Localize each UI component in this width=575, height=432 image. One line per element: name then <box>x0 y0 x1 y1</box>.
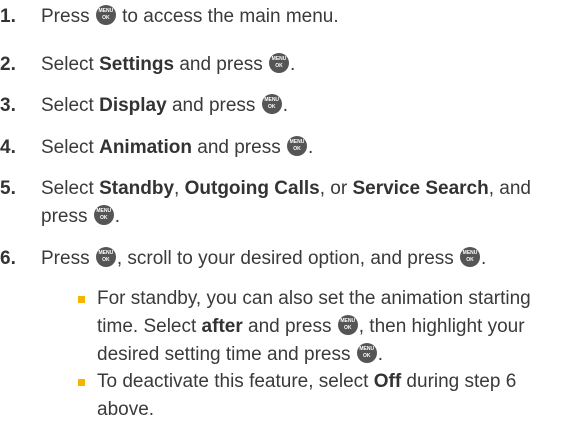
step-text-part: . <box>481 248 487 269</box>
menu-ok-key-icon <box>261 94 282 114</box>
bullet-text: during step 6 <box>401 371 517 392</box>
instructions-page: 1. Press to access the main menu. 2. Sel… <box>0 0 575 432</box>
bullet-marker <box>78 379 85 386</box>
menu-ok-key-icon <box>95 247 116 267</box>
bullet-text: . <box>377 344 384 365</box>
menu-ok-key-icon <box>93 205 114 225</box>
menu-option-outgoing-calls: Outgoing Calls <box>184 178 320 199</box>
step-text-part: and press <box>166 95 261 116</box>
step-number: 6. <box>0 248 16 269</box>
menu-ok-key-icon <box>356 343 377 363</box>
menu-option-standby: Standby <box>99 178 175 199</box>
option-after: after <box>201 316 243 337</box>
menu-ok-key-icon <box>95 5 116 25</box>
step-text-part: to access the main menu. <box>116 6 339 27</box>
bullet-text: desired setting time and press <box>97 344 356 365</box>
step-text-part: and press <box>174 54 269 75</box>
bullet-text: For standby, you can also set the animat… <box>97 288 531 309</box>
step-text-part: Select <box>41 95 100 116</box>
step-number: 2. <box>0 54 16 75</box>
step-text-part: , scroll to your desired option, and pre… <box>116 248 460 269</box>
step-number: 5. <box>0 178 16 199</box>
step-text-part: . <box>307 137 314 158</box>
menu-ok-key-icon <box>286 136 307 156</box>
menu-option-service-search: Service Search <box>352 178 489 199</box>
step-text-part: Press <box>41 248 95 269</box>
bullet-marker <box>78 296 85 303</box>
menu-option-settings: Settings <box>99 54 175 75</box>
step-text: Press to access the main menu. <box>41 3 339 31</box>
step-text-part: , and <box>488 178 531 199</box>
menu-option-animation: Animation <box>99 137 192 158</box>
step-text-part: . <box>282 95 288 116</box>
bullet-2-line-2: above. <box>97 396 154 424</box>
step-text: Select Animation and press . <box>41 134 313 162</box>
step-number: 1. <box>0 6 16 27</box>
step-text-part: . <box>290 54 296 75</box>
step-text: Select Display and press . <box>41 92 288 120</box>
step-text-part: Select <box>41 137 100 158</box>
step-number: 4. <box>0 137 16 158</box>
step-text-part: Select <box>41 54 100 75</box>
bullet-1-line-1: For standby, you can also set the animat… <box>97 285 531 313</box>
step-number: 3. <box>0 95 16 116</box>
step-text-part: . <box>114 206 121 227</box>
step-text-part: , or <box>319 178 353 199</box>
option-off: Off <box>373 371 402 392</box>
menu-ok-key-icon <box>460 247 481 267</box>
menu-ok-key-icon <box>269 53 290 73</box>
bullet-text: and press <box>242 316 337 337</box>
bullet-text: To deactivate this feature, select <box>97 371 374 392</box>
bullet-text: above. <box>97 399 155 420</box>
step-text: Select Standby, Outgoing Calls, or Servi… <box>41 175 531 203</box>
step-text: Press , scroll to your desired option, a… <box>41 245 486 273</box>
menu-ok-key-icon <box>337 315 358 335</box>
bullet-text: time. Select <box>97 316 202 337</box>
bullet-text: , then highlight your <box>358 316 525 337</box>
step-text-part: , <box>174 178 185 199</box>
bullet-1-line-3: desired setting time and press . <box>97 341 383 369</box>
step-text: Select Settings and press . <box>41 51 295 79</box>
step-text-part: press <box>41 206 93 227</box>
step-text-part: Press <box>41 6 95 27</box>
step-text: press . <box>41 203 120 231</box>
step-text-part: and press <box>191 137 286 158</box>
step-text-part: Select <box>41 178 100 199</box>
menu-option-display: Display <box>99 95 167 116</box>
bullet-1-line-2: time. Select after and press , then high… <box>97 313 525 341</box>
bullet-2-line-1: To deactivate this feature, select Off d… <box>97 368 516 396</box>
